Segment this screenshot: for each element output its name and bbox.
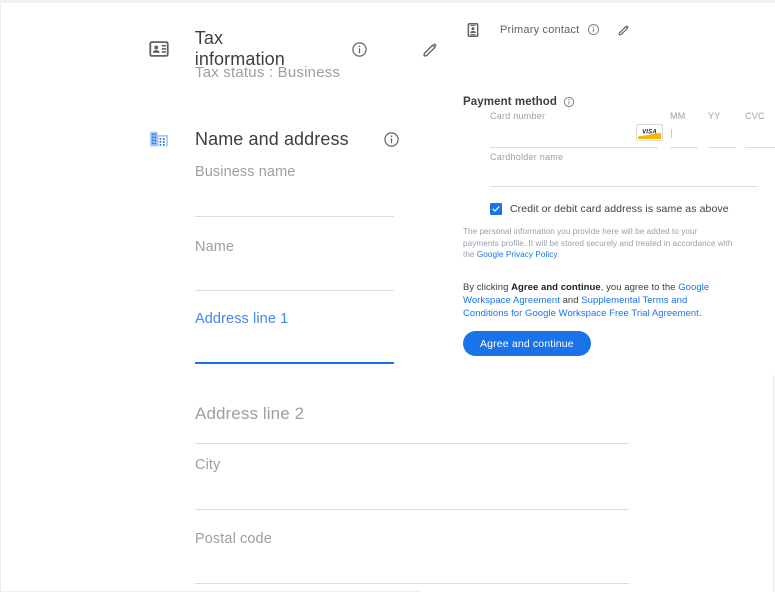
svg-text:VISA: VISA — [642, 130, 657, 136]
cvc-field[interactable]: CVC — [745, 111, 775, 148]
info-icon[interactable] — [351, 41, 368, 58]
cardholder-name-field[interactable]: Cardholder name — [490, 152, 758, 187]
card-number-field[interactable]: Card number — [490, 111, 658, 148]
agreement-text-1: By clicking — [463, 282, 512, 293]
privacy-fineprint: The personal information you provide her… — [463, 226, 734, 261]
payment-method-title: Payment method — [463, 96, 558, 108]
contact-card-icon — [147, 37, 171, 61]
card-number-underline — [490, 147, 658, 148]
payments-signup-page: Tax information Tax status : Business Na… — [0, 0, 775, 592]
pencil-icon[interactable] — [617, 23, 631, 37]
visa-card-icon: VISA — [636, 124, 663, 141]
info-icon[interactable] — [587, 23, 600, 36]
same-address-checkbox[interactable] — [490, 203, 502, 215]
address-line-1-underline — [195, 362, 394, 364]
card-number-label: Card number — [490, 111, 546, 121]
primary-contact-header: Primary contact — [463, 20, 631, 39]
business-name-field[interactable]: Business name — [195, 164, 394, 217]
expiry-month-label: MM — [670, 111, 686, 121]
agreement-text-3: and — [559, 295, 582, 307]
address-line-1-label: Address line 1 — [195, 311, 289, 327]
expiry-month-underline — [670, 147, 698, 148]
expiry-year-label: YY — [708, 111, 721, 121]
expiry-month-field[interactable]: MM — [670, 111, 698, 148]
cvc-label: CVC — [745, 111, 765, 121]
cardholder-name-underline — [490, 186, 758, 187]
business-name-underline — [195, 216, 394, 217]
cvc-underline — [745, 147, 775, 148]
expiry-year-field[interactable]: YY — [708, 111, 736, 148]
name-label: Name — [195, 239, 235, 255]
info-icon[interactable] — [563, 96, 575, 108]
primary-contact-title: Primary contact — [500, 23, 580, 36]
tax-status-value: Tax status : Business — [195, 64, 341, 81]
left-column: Tax information Tax status : Business Na… — [0, 0, 629, 592]
business-name-label: Business name — [195, 164, 296, 180]
address-line-1-field[interactable]: Address line 1 — [195, 311, 394, 364]
privacy-fineprint-text-2: . — [556, 250, 560, 259]
name-and-address-title: Name and address — [195, 128, 349, 149]
agree-and-continue-button[interactable]: Agree and continue — [463, 331, 591, 356]
pencil-icon[interactable] — [421, 40, 440, 59]
info-icon[interactable] — [383, 131, 400, 148]
expiry-year-underline — [708, 147, 736, 148]
same-address-label: Credit or debit card address is same as … — [510, 203, 729, 215]
payment-method-header: Payment method — [463, 96, 575, 108]
google-privacy-policy-link[interactable]: Google Privacy Policy — [477, 250, 557, 259]
agreement-text-2: , you agree to the — [600, 282, 679, 293]
contact-card-icon — [463, 20, 482, 39]
name-field[interactable]: Name — [195, 239, 394, 291]
same-address-row[interactable]: Credit or debit card address is same as … — [490, 203, 729, 215]
agreement-text: By clicking Agree and continue, you agre… — [463, 281, 717, 321]
name-and-address-header: Name and address — [147, 127, 400, 151]
card-details-row: Card number VISA MM YY CVC — [490, 111, 775, 148]
right-column: Primary contact Payment method Card numb… — [460, 0, 775, 592]
name-underline — [195, 290, 394, 291]
building-icon — [147, 127, 171, 151]
cardholder-name-label: Cardholder name — [490, 152, 564, 162]
agreement-bold-phrase: Agree and continue — [511, 282, 601, 293]
agreement-text-4: . — [698, 308, 702, 320]
